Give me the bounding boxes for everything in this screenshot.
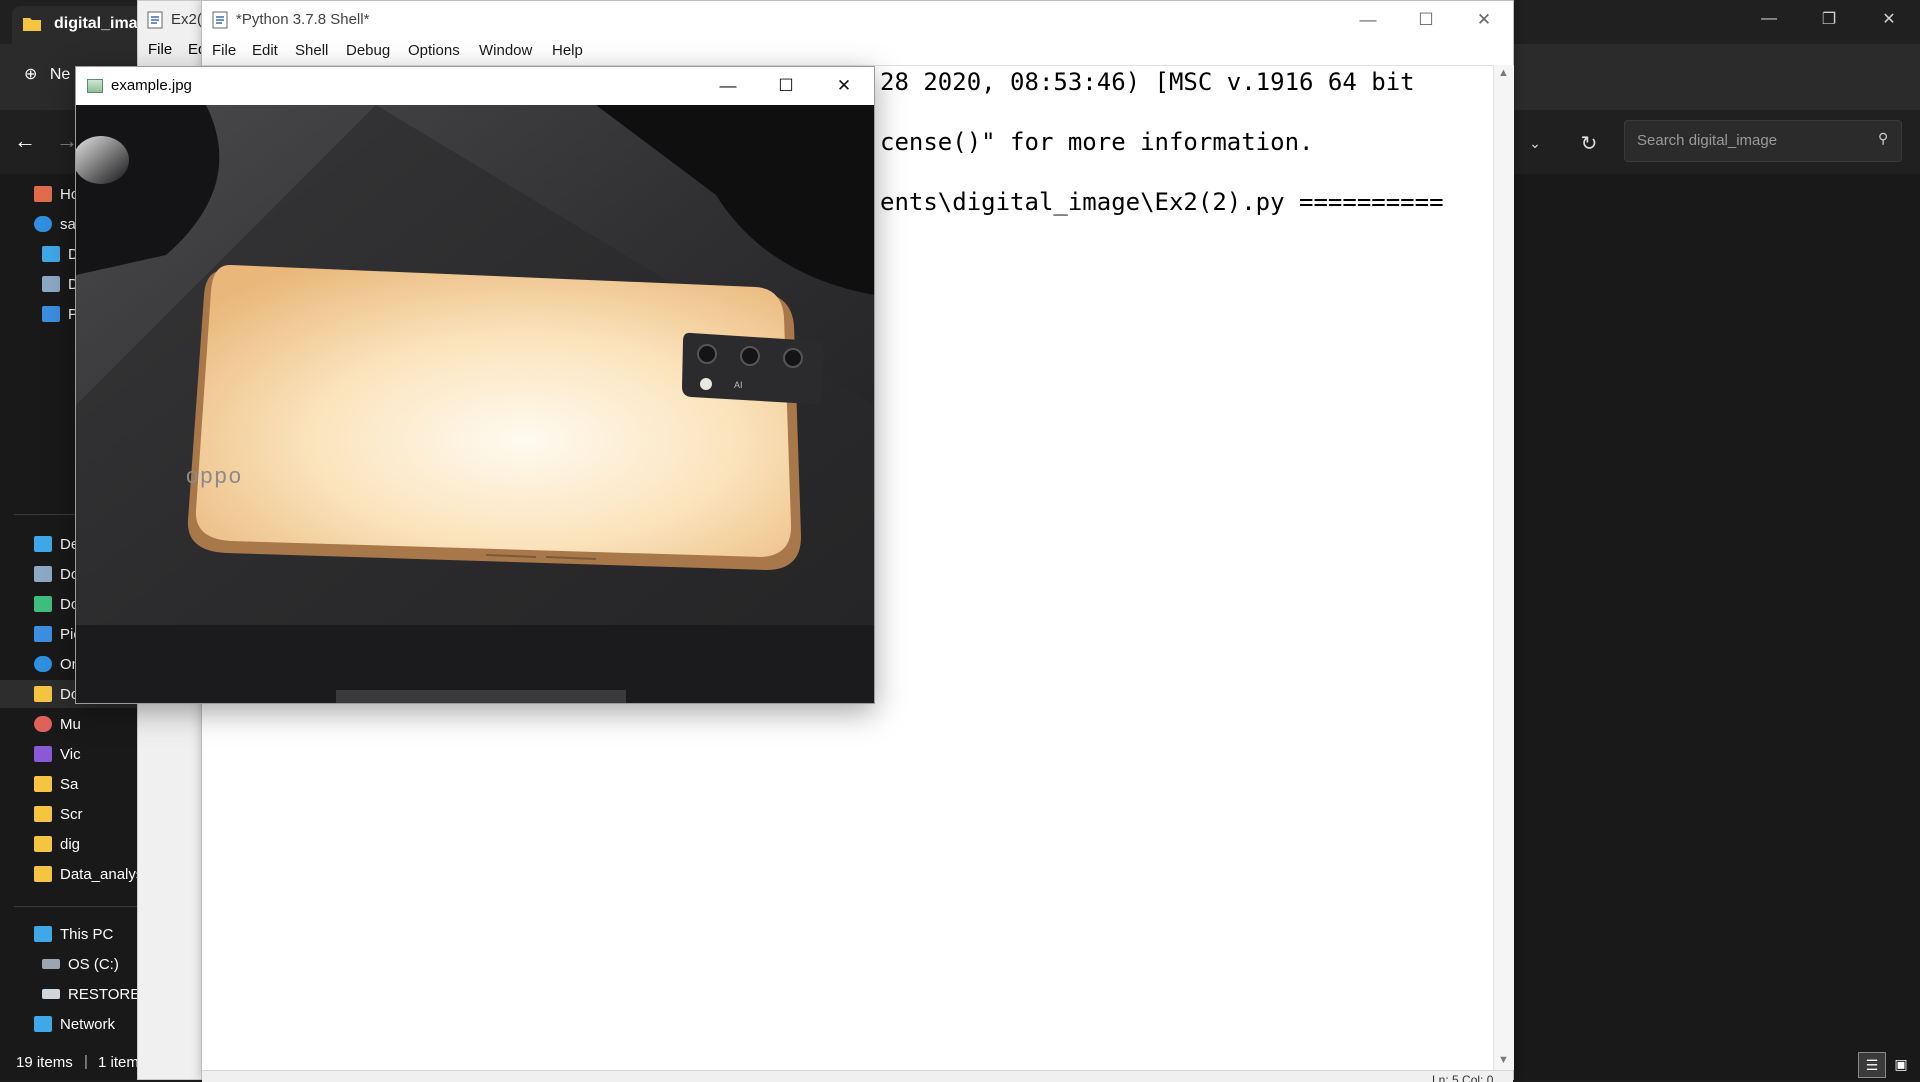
minimize-icon[interactable]: — (1740, 0, 1798, 38)
scroll-up-arrow-icon[interactable]: ▲ (1498, 67, 1509, 79)
shell-output-line: 28 2020, 08:53:46) [MSC v.1916 64 bit (880, 68, 1415, 96)
back-arrow-icon[interactable]: ← (14, 128, 36, 154)
download-icon (34, 596, 52, 612)
new-button[interactable]: ⊕ Ne (24, 64, 70, 84)
tiles-view-icon[interactable]: ▣ (1888, 1052, 1914, 1076)
close-icon[interactable]: ✕ (1455, 1, 1513, 39)
phone-brand-logo: oppo (186, 463, 243, 488)
image-title: example.jpg (111, 77, 192, 94)
folder-icon (34, 776, 52, 792)
photo-canvas: AI oppo (76, 105, 874, 703)
shell-title: *Python 3.7.8 Shell* (236, 11, 370, 28)
address-dropdown-icon[interactable]: ⌄ (1510, 126, 1560, 160)
camera-module (682, 332, 824, 405)
maximize-icon[interactable]: ☐ (757, 67, 815, 105)
cloud-icon (34, 656, 52, 672)
editor-title: Ex2(2 (171, 11, 201, 28)
vertical-scrollbar[interactable]: ▲ ▼ (1493, 65, 1514, 1070)
close-icon[interactable]: ✕ (1860, 0, 1918, 38)
image-viewer-window: example.jpg — ☐ ✕ AI oppo (75, 66, 875, 704)
new-button-label: Ne (49, 66, 71, 83)
status-separator: | (84, 1053, 88, 1070)
nav-divider (14, 906, 138, 907)
camera-lens (783, 348, 803, 368)
phone-photo: AI oppo (76, 105, 874, 703)
cloud-icon (34, 216, 52, 232)
shell-menubar: File Edit Shell Debug Options Window Hel… (202, 39, 1513, 65)
close-icon[interactable]: ✕ (815, 67, 873, 105)
menu-debug[interactable]: Debug (346, 42, 390, 59)
home-icon (34, 186, 52, 202)
drive-icon (42, 989, 60, 999)
folder-icon (34, 686, 52, 702)
shell-status-bar: Ln: 5 Col: 0 (202, 1070, 1513, 1082)
minimize-icon[interactable]: — (1339, 1, 1397, 39)
computer-icon (34, 926, 52, 942)
menu-window[interactable]: Window (479, 42, 532, 59)
pictures-icon (42, 306, 60, 322)
shell-output-line: cense()" for more information. (880, 128, 1314, 156)
menu-edit[interactable]: Edit (252, 42, 278, 59)
video-icon (34, 746, 52, 762)
folder-icon (34, 836, 52, 852)
explorer-tab-label: digital_ima (54, 15, 138, 32)
document-icon (42, 276, 60, 292)
scroll-down-arrow-icon[interactable]: ▼ (1498, 1054, 1509, 1066)
drive-icon (42, 959, 60, 969)
shell-titlebar: *Python 3.7.8 Shell* — ☐ ✕ (202, 1, 1513, 39)
folder-icon (34, 806, 52, 822)
selection-count: 1 item (98, 1054, 139, 1071)
camera-text: AI (734, 380, 743, 390)
shell-output-line: ents\digital_image\Ex2(2).py ========== (880, 188, 1444, 216)
menu-file[interactable]: File (212, 42, 236, 59)
menu-shell[interactable]: Shell (295, 42, 328, 59)
search-input[interactable]: Search digital_image (1624, 120, 1902, 162)
menu-edit[interactable]: Ed (188, 41, 202, 58)
document-icon (34, 566, 52, 582)
image-titlebar: example.jpg — ☐ ✕ (76, 67, 874, 105)
folder-icon (23, 18, 41, 31)
menu-file[interactable]: File (148, 41, 172, 58)
python-file-icon (147, 11, 163, 29)
camera-lens (697, 344, 717, 364)
menu-help[interactable]: Help (552, 42, 583, 59)
item-count: 19 items (16, 1054, 73, 1071)
plus-circle-icon: ⊕ (24, 66, 38, 83)
music-icon (34, 716, 52, 732)
pictures-icon (34, 626, 52, 642)
image-window-icon (87, 79, 103, 93)
menu-options[interactable]: Options (408, 42, 460, 59)
python-shell-icon (212, 11, 228, 29)
search-icon: ⚲ (1878, 130, 1889, 146)
desktop-icon (34, 536, 52, 552)
laptop-edge (336, 690, 626, 703)
folder-icon (34, 866, 52, 882)
refresh-icon[interactable]: ↻ (1572, 126, 1606, 160)
flash-led (700, 378, 712, 390)
cursor-position: Ln: 5 Col: 0 (1432, 1073, 1494, 1082)
network-icon (34, 1016, 52, 1032)
desktop-icon (42, 246, 60, 262)
camera-lens (740, 346, 760, 366)
details-view-icon[interactable]: ☰ (1858, 1052, 1886, 1078)
minimize-icon[interactable]: — (699, 67, 757, 105)
maximize-icon[interactable]: ☐ (1397, 1, 1455, 39)
restore-icon[interactable]: ❐ (1800, 0, 1858, 38)
phone-body: AI oppo (186, 264, 824, 570)
